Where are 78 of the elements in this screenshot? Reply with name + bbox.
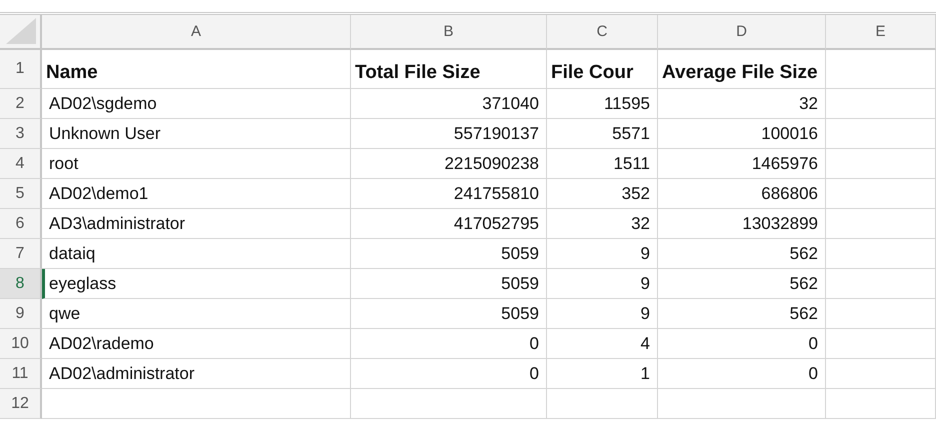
table-cell[interactable] (826, 359, 936, 389)
table-cell[interactable]: 0 (658, 329, 826, 359)
table-cell[interactable]: Average File Size (658, 50, 826, 89)
table-cell[interactable]: 562 (658, 269, 826, 299)
row-header[interactable]: 12 (0, 389, 42, 419)
table-cell[interactable] (826, 149, 936, 179)
table-cell[interactable]: 241755810 (351, 179, 547, 209)
table-cell[interactable]: eyeglass (42, 269, 351, 299)
table-cell[interactable]: AD02\administrator (42, 359, 351, 389)
table-cell[interactable]: 0 (351, 329, 547, 359)
table-cell[interactable]: 1 (547, 359, 658, 389)
table-cell[interactable]: 4 (547, 329, 658, 359)
row-header[interactable]: 3 (0, 119, 42, 149)
table-cell[interactable]: Total File Size (351, 50, 547, 89)
table-cell[interactable]: 562 (658, 299, 826, 329)
row-header[interactable]: 9 (0, 299, 42, 329)
table-cell[interactable]: AD02\demo1 (42, 179, 351, 209)
column-header[interactable]: B (351, 15, 547, 50)
table-cell[interactable]: AD02\sgdemo (42, 89, 351, 119)
table-cell[interactable] (826, 269, 936, 299)
table-cell[interactable]: 5059 (351, 239, 547, 269)
table-cell[interactable]: 417052795 (351, 209, 547, 239)
row-header[interactable]: 7 (0, 239, 42, 269)
table-cell[interactable]: 5059 (351, 299, 547, 329)
table-cell[interactable]: 686806 (658, 179, 826, 209)
table-cell[interactable]: 32 (547, 209, 658, 239)
table-cell[interactable]: 9 (547, 299, 658, 329)
table-cell[interactable]: 5571 (547, 119, 658, 149)
column-header[interactable]: C (547, 15, 658, 50)
table-cell[interactable]: Unknown User (42, 119, 351, 149)
row-header[interactable]: 4 (0, 149, 42, 179)
table-cell[interactable]: AD02\rademo (42, 329, 351, 359)
table-cell[interactable] (547, 389, 658, 419)
table-cell[interactable]: 2215090238 (351, 149, 547, 179)
table-cell[interactable]: 5059 (351, 269, 547, 299)
table-cell[interactable]: 0 (351, 359, 547, 389)
table-cell[interactable]: 557190137 (351, 119, 547, 149)
table-cell[interactable] (826, 89, 936, 119)
table-cell[interactable]: qwe (42, 299, 351, 329)
table-cell[interactable] (351, 389, 547, 419)
row-header[interactable]: 1 (0, 50, 42, 89)
table-cell[interactable]: AD3\administrator (42, 209, 351, 239)
row-header[interactable]: 5 (0, 179, 42, 209)
table-cell[interactable]: 100016 (658, 119, 826, 149)
row-header[interactable]: 11 (0, 359, 42, 389)
table-cell[interactable] (826, 179, 936, 209)
table-cell[interactable]: root (42, 149, 351, 179)
table-cell[interactable] (826, 299, 936, 329)
table-cell[interactable] (826, 119, 936, 149)
column-header[interactable]: E (826, 15, 936, 50)
table-cell[interactable]: dataiq (42, 239, 351, 269)
select-all-icon[interactable] (6, 18, 36, 44)
column-header[interactable]: A (42, 15, 351, 50)
row-header[interactable]: 2 (0, 89, 42, 119)
row-header[interactable]: 8 (0, 269, 42, 299)
table-cell[interactable] (826, 209, 936, 239)
table-cell[interactable]: 371040 (351, 89, 547, 119)
table-cell[interactable]: 9 (547, 239, 658, 269)
row-header[interactable]: 6 (0, 209, 42, 239)
table-cell[interactable]: 13032899 (658, 209, 826, 239)
table-cell[interactable]: 32 (658, 89, 826, 119)
table-cell[interactable] (826, 50, 936, 89)
table-cell[interactable]: 9 (547, 269, 658, 299)
table-cell[interactable]: 1511 (547, 149, 658, 179)
table-cell[interactable]: File Cour (547, 50, 658, 89)
table-cell[interactable] (826, 329, 936, 359)
column-header[interactable]: D (658, 15, 826, 50)
table-cell[interactable] (42, 389, 351, 419)
table-cell[interactable] (826, 389, 936, 419)
table-cell[interactable]: 352 (547, 179, 658, 209)
table-cell[interactable]: 0 (658, 359, 826, 389)
table-cell[interactable]: Name (42, 50, 351, 89)
table-cell[interactable] (826, 239, 936, 269)
table-cell[interactable]: 562 (658, 239, 826, 269)
row-header[interactable]: 10 (0, 329, 42, 359)
table-cell[interactable]: 11595 (547, 89, 658, 119)
table-cell[interactable]: 1465976 (658, 149, 826, 179)
table-cell[interactable] (658, 389, 826, 419)
